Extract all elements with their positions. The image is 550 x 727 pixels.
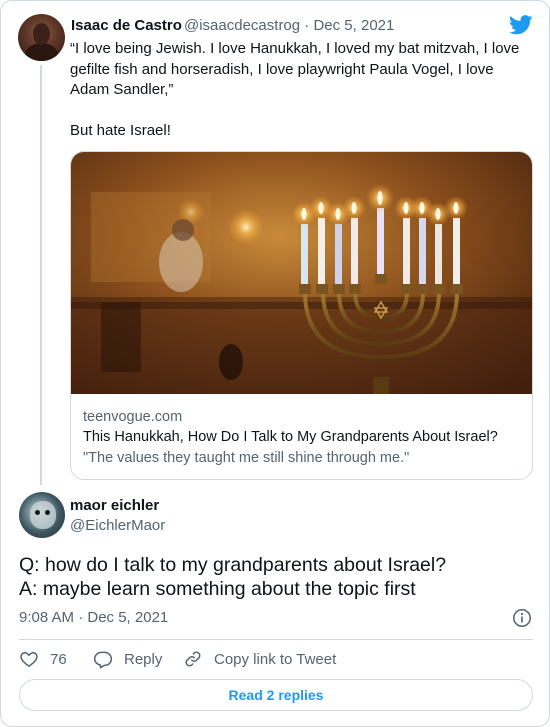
read-replies-button[interactable]: Read 2 replies bbox=[19, 679, 533, 711]
thread-connector-line bbox=[40, 65, 42, 485]
tweet-text: “I love being Jewish. I love Hanukkah, I… bbox=[70, 40, 520, 139]
author-handle[interactable]: @isaacdecastrog bbox=[184, 17, 300, 34]
author-name[interactable]: maor eichler bbox=[70, 497, 159, 514]
link-domain: teenvogue.com bbox=[83, 409, 183, 425]
author-name[interactable]: Isaac de Castro bbox=[71, 17, 182, 34]
copy-link-label: Copy link to Tweet bbox=[214, 650, 337, 668]
info-icon[interactable] bbox=[512, 608, 532, 628]
tweet-text: Q: how do I talk to my grandparents abou… bbox=[19, 554, 447, 600]
author-handle[interactable]: @EichlerMaor bbox=[70, 517, 165, 534]
like-count: 76 bbox=[50, 650, 67, 668]
copy-link-button[interactable]: Copy link to Tweet bbox=[183, 649, 336, 669]
reply-button[interactable]: Reply bbox=[93, 649, 162, 669]
meta-separator: · bbox=[304, 17, 310, 34]
link-preview-card[interactable]: teenvogue.com This Hanukkah, How Do I Ta… bbox=[70, 151, 533, 480]
link-preview-body: teenvogue.com This Hanukkah, How Do I Ta… bbox=[83, 407, 523, 468]
heart-icon bbox=[20, 652, 38, 667]
like-button[interactable]: 76 bbox=[19, 649, 67, 669]
avatar[interactable] bbox=[19, 492, 65, 538]
link-description: "The values they taught me still shine t… bbox=[83, 450, 410, 466]
avatar[interactable] bbox=[18, 14, 65, 61]
link-icon bbox=[185, 651, 201, 667]
tweet-date[interactable]: Dec 5, 2021 bbox=[313, 17, 394, 34]
tweet-timestamp[interactable]: 9:08 AM · Dec 5, 2021 bbox=[19, 609, 168, 626]
tweet-embed-card: Isaac de Castro @isaacdecastrog · Dec 5,… bbox=[0, 0, 550, 727]
menorah-photo bbox=[71, 152, 532, 394]
reply-icon bbox=[93, 651, 113, 669]
twitter-logo-icon[interactable] bbox=[509, 15, 533, 35]
link-title: This Hanukkah, How Do I Talk to My Grand… bbox=[83, 429, 498, 445]
divider bbox=[19, 639, 533, 640]
reply-label: Reply bbox=[124, 650, 163, 668]
tweet-meta: @isaacdecastrog · Dec 5, 2021 bbox=[184, 17, 394, 34]
